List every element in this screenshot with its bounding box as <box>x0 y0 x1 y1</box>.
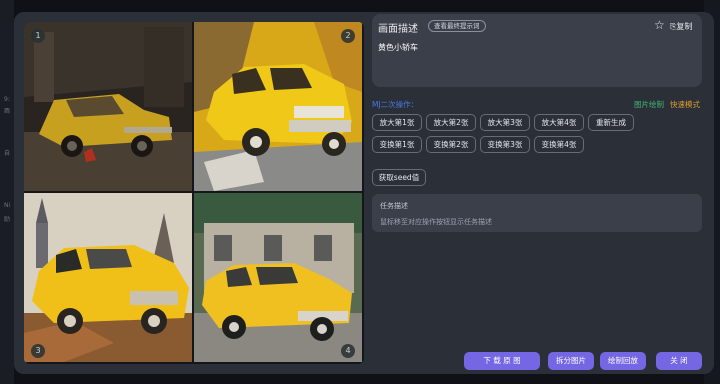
upscale-2-button[interactable]: 放大第2张 <box>426 114 476 131</box>
copy-button[interactable]: ⎘复制 <box>670 21 692 32</box>
task-description-panel: 任务描述 鼠标移至对应操作按钮显示任务描述 <box>372 194 702 232</box>
result-image-2[interactable]: 2 <box>194 22 362 191</box>
copy-label: 复制 <box>676 22 693 31</box>
car-image-village <box>24 193 192 362</box>
image-draw-mode: 图片绘制 <box>634 100 664 109</box>
result-image-4[interactable]: 4 <box>194 193 362 362</box>
mj-operations-label: MJ二次操作： <box>372 100 419 109</box>
background-sidebar: 9: 酉 自 Ni 励 <box>0 0 14 384</box>
result-image-3[interactable]: 3 <box>24 193 192 362</box>
background-text: 励 <box>4 216 11 223</box>
result-image-1[interactable]: 1 <box>24 22 192 191</box>
variation-2-button[interactable]: 变换第2张 <box>426 136 476 153</box>
result-image-grid: 1 2 3 4 <box>24 22 364 364</box>
car-image-street <box>194 193 362 362</box>
prompt-text: 黄色小轿车 <box>378 43 418 52</box>
draw-playback-button[interactable]: 绘制回放 <box>600 352 646 370</box>
image-detail-modal: 1 2 3 4 画面描述 查看最终提示词 ☆ ⎘复制 黄色小轿车 MJ二次操作：… <box>14 12 714 374</box>
split-image-button[interactable]: 拆分图片 <box>548 352 594 370</box>
description-panel: 画面描述 查看最终提示词 ☆ ⎘复制 黄色小轿车 <box>372 14 702 87</box>
view-final-prompt-button[interactable]: 查看最终提示词 <box>428 20 486 32</box>
task-title: 任务描述 <box>380 202 408 210</box>
upscale-4-button[interactable]: 放大第4张 <box>534 114 584 131</box>
image-index-badge: 2 <box>341 29 355 43</box>
regenerate-button[interactable]: 重新生成 <box>588 114 634 131</box>
background-text: 酉 <box>4 108 11 115</box>
upscale-3-button[interactable]: 放大第3张 <box>480 114 530 131</box>
download-original-button[interactable]: 下 载 原 图 <box>464 352 540 370</box>
variation-1-button[interactable]: 变换第1张 <box>372 136 422 153</box>
car-image-painting <box>194 22 362 191</box>
background-text: 9: <box>4 96 10 103</box>
upscale-1-button[interactable]: 放大第1张 <box>372 114 422 131</box>
car-image-garage <box>24 22 192 191</box>
task-hint: 鼠标移至对应操作按钮显示任务描述 <box>380 218 492 226</box>
star-icon[interactable]: ☆ <box>654 18 665 32</box>
get-seed-button[interactable]: 获取seed值 <box>372 169 426 186</box>
image-index-badge: 4 <box>341 344 355 358</box>
variation-3-button[interactable]: 变换第3张 <box>480 136 530 153</box>
description-title: 画面描述 <box>378 24 418 35</box>
fast-mode: 快速模式 <box>670 100 700 109</box>
background-text: 自 <box>4 150 11 157</box>
variation-4-button[interactable]: 变换第4张 <box>534 136 584 153</box>
image-index-badge: 3 <box>31 344 45 358</box>
image-index-badge: 1 <box>31 29 45 43</box>
background-text: Ni <box>4 202 11 209</box>
close-button[interactable]: 关 闭 <box>656 352 702 370</box>
